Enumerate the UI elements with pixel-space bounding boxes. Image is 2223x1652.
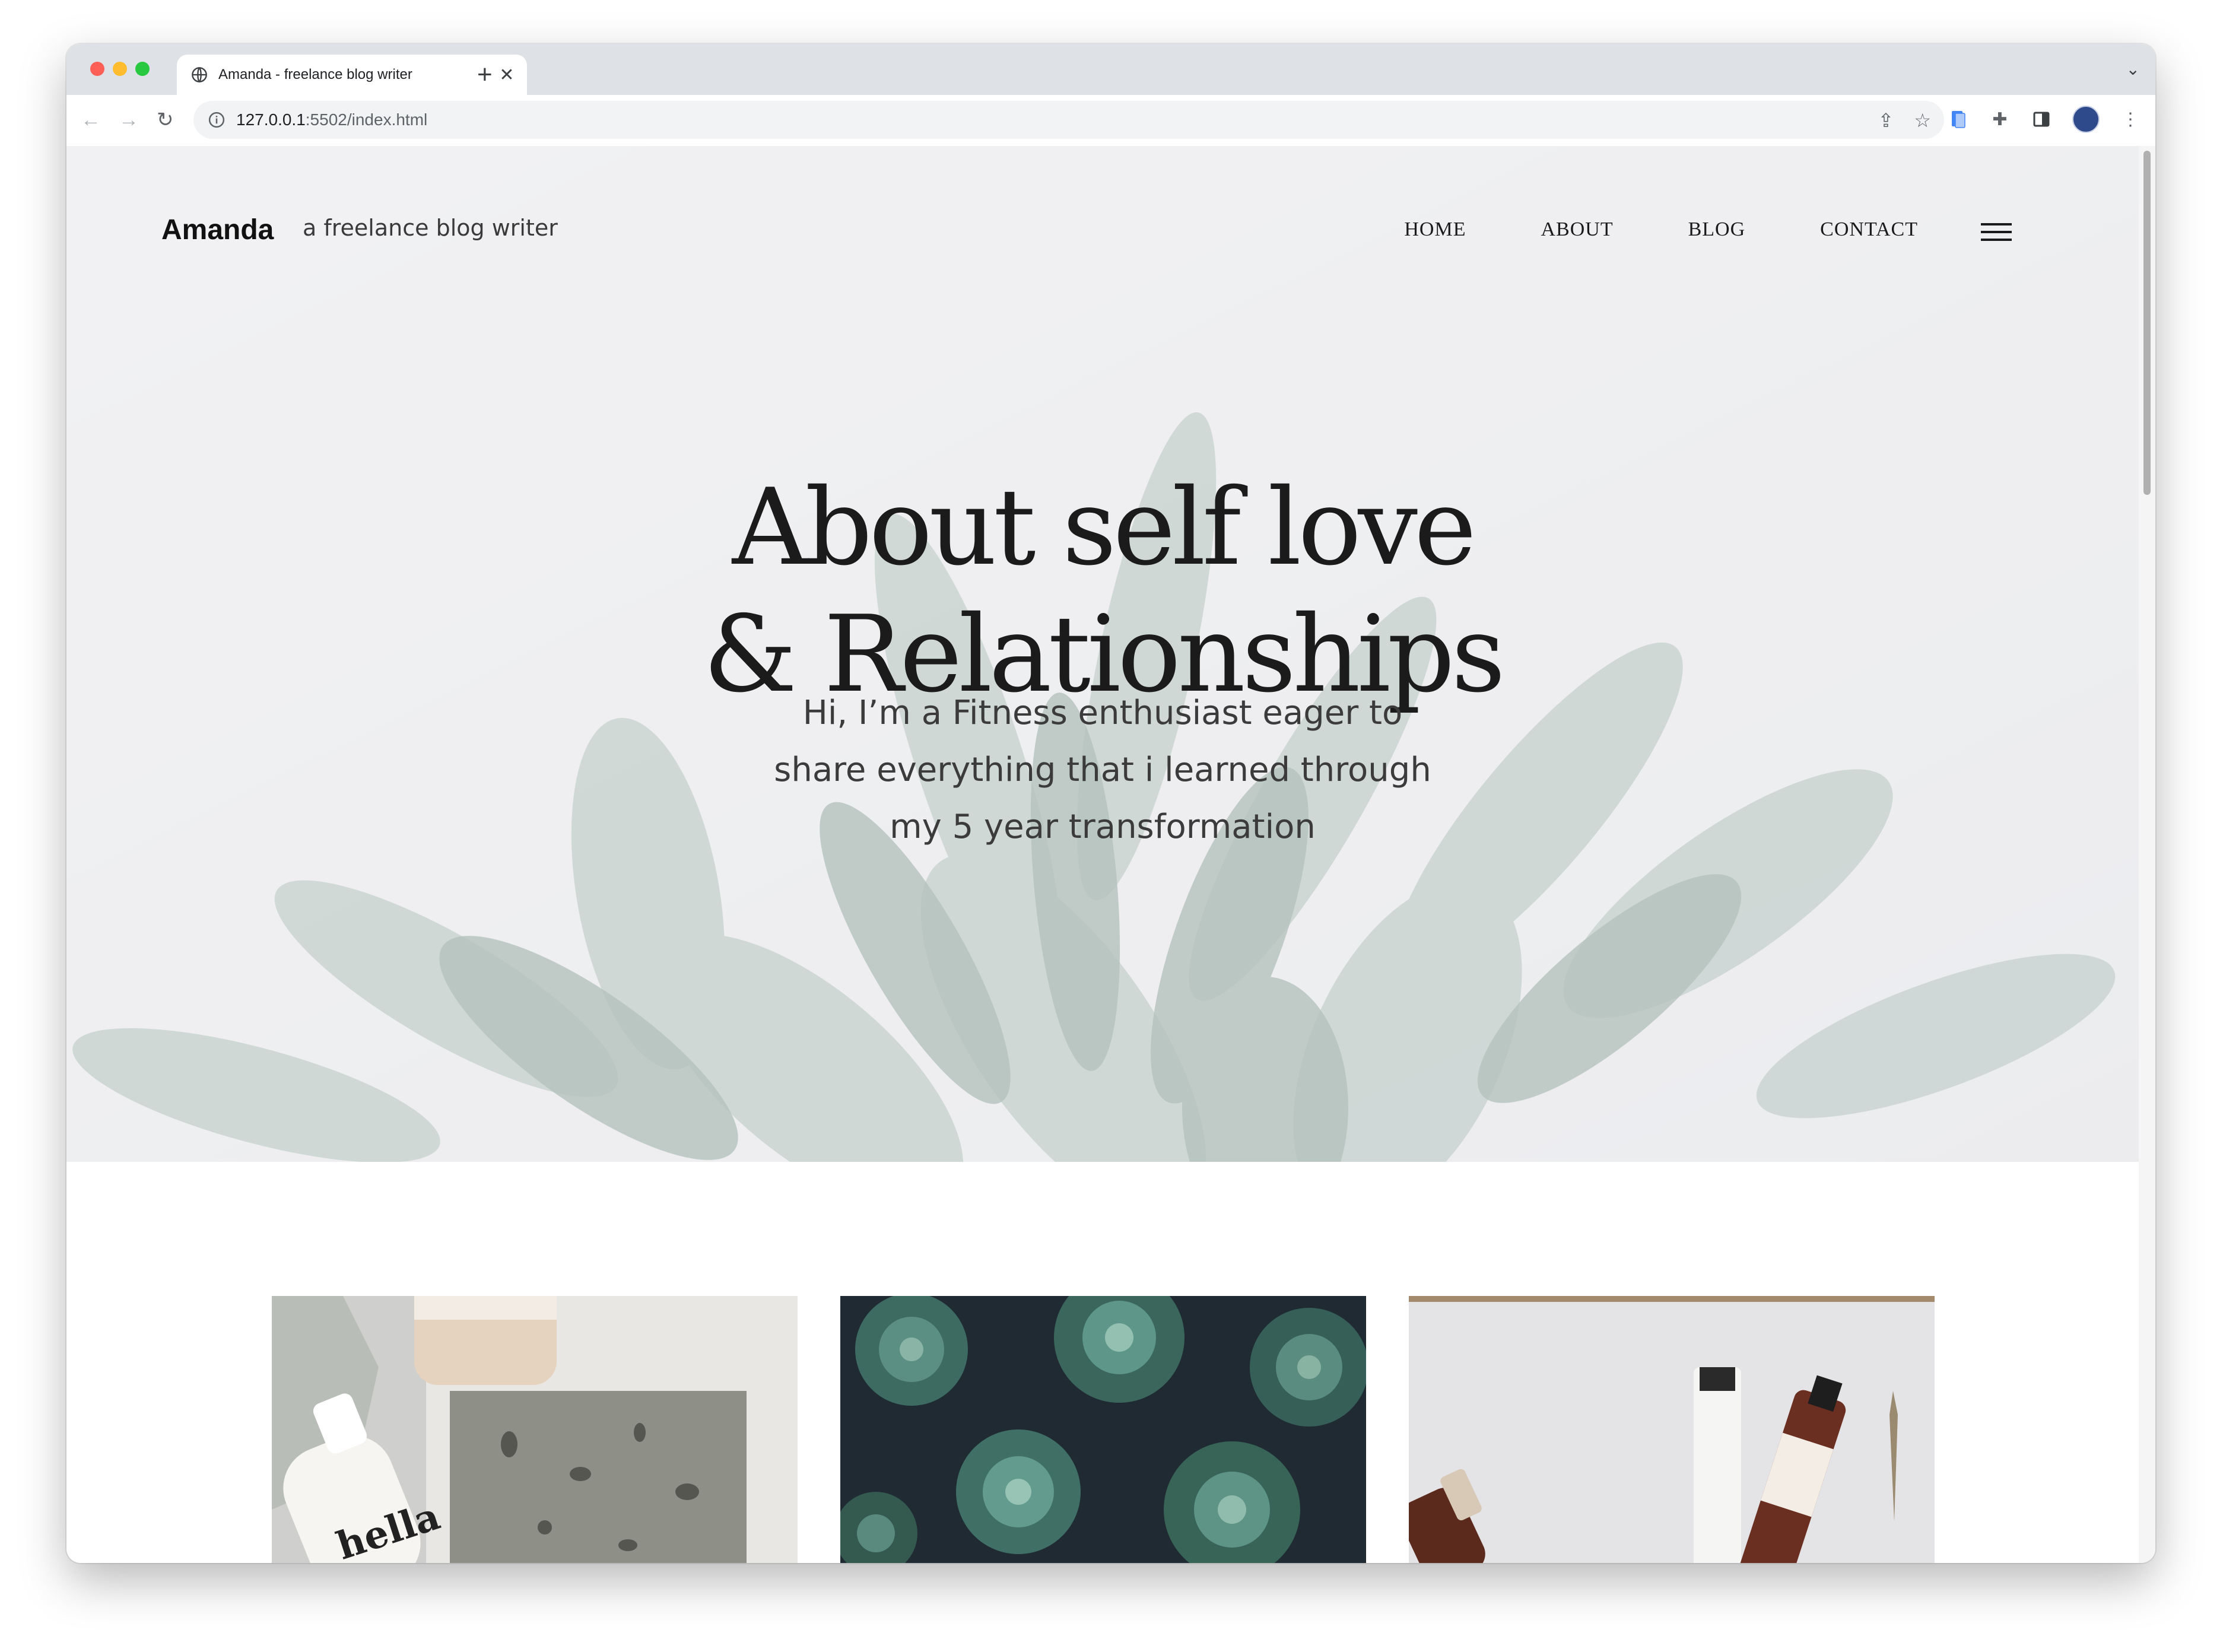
browser-toolbar: ← → ↻ 127.0.0.1:5502/index.html ⇪ ☆ ✚ ⋮ (66, 95, 2155, 147)
nav-about-link[interactable]: ABOUT (1541, 218, 1613, 241)
main-nav: HOME ABOUT BLOG CONTACT (1404, 218, 1918, 241)
blog-cards: hella (272, 1296, 1935, 1563)
reload-icon[interactable]: ↻ (157, 108, 174, 132)
site-header: Amanda a freelance blog writer HOME ABOU… (161, 210, 2049, 258)
bookmark-star-icon[interactable]: ☆ (1914, 109, 1931, 132)
succulent-photo (840, 1296, 1366, 1563)
tab-search-chevron-icon[interactable]: ⌄ (2126, 59, 2140, 79)
hero-subtitle: Hi, I’m a Fitness enthusiast eager to sh… (774, 694, 1431, 846)
minimize-window-button[interactable] (113, 62, 127, 76)
active-tab[interactable]: Amanda - freelance blog writer ✕ (177, 55, 527, 95)
new-tab-button[interactable]: + (477, 57, 493, 93)
brand-tagline: a freelance blog writer (303, 215, 558, 241)
url-host: 127.0.0.1 (236, 110, 306, 129)
scrollbar-thumb[interactable] (2143, 151, 2151, 495)
share-icon[interactable]: ⇪ (1878, 109, 1894, 132)
hero-title: About self love & Relationships (66, 464, 2139, 718)
web-page: Amanda a freelance blog writer HOME ABOU… (66, 146, 2139, 1563)
extensions-puzzle-icon[interactable]: ✚ (1989, 109, 2011, 130)
page-scrollbar[interactable] (2139, 146, 2155, 1563)
forward-arrow-icon[interactable]: → (119, 108, 139, 132)
hamburger-menu-icon[interactable] (1981, 223, 2012, 244)
nav-home-link[interactable]: HOME (1404, 218, 1466, 241)
profile-avatar[interactable] (2072, 106, 2100, 133)
address-bar[interactable]: 127.0.0.1:5502/index.html ⇪ ☆ (193, 101, 1944, 139)
nav-blog-link[interactable]: BLOG (1688, 218, 1746, 241)
more-menu-icon[interactable]: ⋮ (2120, 109, 2141, 130)
site-info-icon[interactable] (208, 111, 226, 129)
browser-window: Amanda - freelance blog writer ✕ + ⌄ ← →… (66, 44, 2155, 1563)
close-tab-icon[interactable]: ✕ (495, 65, 519, 85)
serum-photo (1409, 1296, 1935, 1563)
blog-card-image-serum-bottles[interactable] (1409, 1296, 1935, 1563)
side-panel-icon[interactable] (2031, 109, 2052, 130)
url-text: 127.0.0.1:5502/index.html (236, 110, 427, 129)
nav-contact-link[interactable]: CONTACT (1820, 218, 1918, 241)
zoom-window-button[interactable] (135, 62, 150, 76)
hero-section: Amanda a freelance blog writer HOME ABOU… (66, 146, 2139, 1162)
url-path: :5502/index.html (305, 110, 428, 129)
back-arrow-icon[interactable]: ← (81, 108, 101, 132)
hero-title-line1: About self love (732, 466, 1476, 589)
blog-card-image-skincare-bottles[interactable]: hella (272, 1296, 798, 1563)
tab-title: Amanda - freelance blog writer (218, 66, 412, 82)
tab-strip: Amanda - freelance blog writer ✕ + ⌄ (66, 44, 2155, 95)
close-window-button[interactable] (90, 62, 104, 76)
blog-card-image-succulents[interactable] (840, 1296, 1366, 1563)
globe-icon (192, 67, 207, 82)
extension-doc-icon[interactable] (1948, 109, 1969, 130)
skincare-photo: hella (272, 1296, 798, 1563)
brand-name[interactable]: Amanda (161, 214, 274, 246)
